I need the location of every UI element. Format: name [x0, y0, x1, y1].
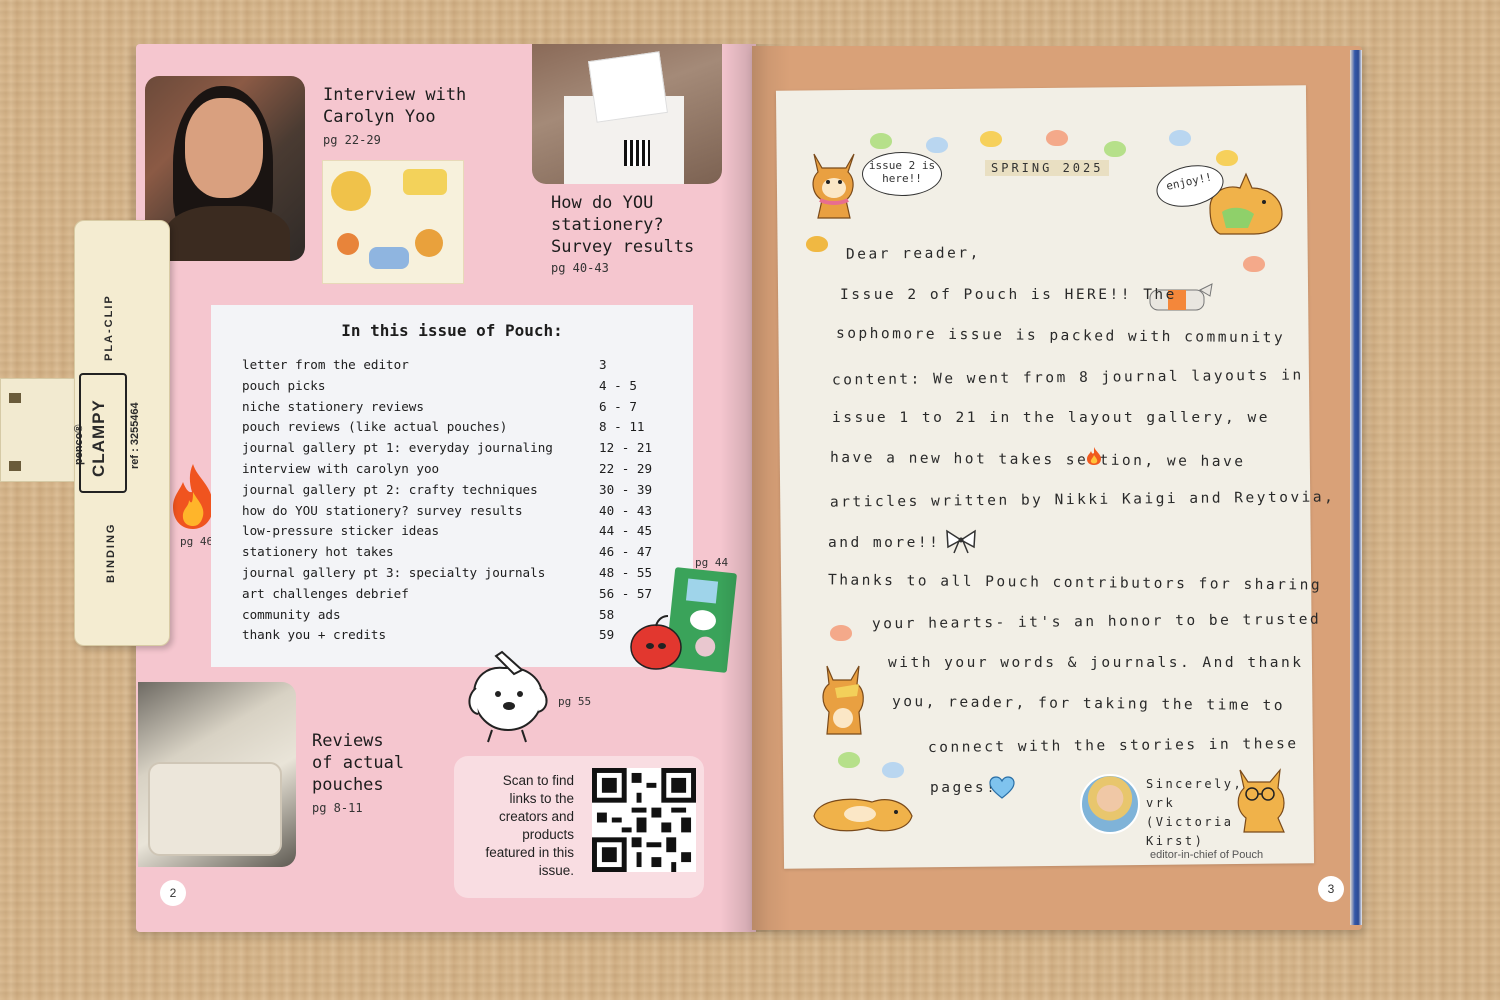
survey-heading: How do YOU stationery? Survey results [551, 193, 695, 257]
survey-pages: pg 40-43 [551, 261, 609, 275]
editor-avatar [1080, 774, 1140, 834]
toc-row: stationery hot takes 46 - 47 [242, 544, 662, 565]
survey-box-photo [532, 44, 722, 184]
toc-row: journal gallery pt 3: specialty journals… [242, 565, 662, 586]
toc-row-label: journal gallery pt 3: specialty journals [242, 564, 546, 580]
page-number-right: 3 [1318, 876, 1344, 902]
toc-row: art challenges debrief 56 - 57 [242, 586, 662, 607]
toc-row-pages: 46 - 47 [599, 544, 653, 560]
qr-instructions: Scan to find links to the creators and p… [485, 773, 574, 878]
toc-row-label: community ads [242, 606, 341, 622]
interview-pages: pg 22-29 [323, 133, 381, 147]
clip-product-label: CLAMPY [89, 399, 108, 477]
toc-row-label: stationery hot takes [242, 544, 394, 560]
heart-icon [989, 776, 1015, 799]
toc-row: thank you + credits 59 [242, 627, 662, 648]
toc-row: community ads 58 [242, 607, 662, 628]
qr-code[interactable] [592, 768, 696, 872]
apple-icon [630, 615, 682, 670]
letter-line: Dear reader, [845, 245, 981, 263]
editor-in-chief-label: editor-in-chief of Pouch [1150, 849, 1264, 861]
clip-side-label: PLA-CLIP [103, 294, 115, 361]
toc-row-label: interview with carolyn yoo [242, 460, 440, 476]
toc-row: letter from the editor 3 [242, 357, 662, 378]
shiba-dog-icon [813, 798, 913, 832]
toc-title: In this issue of Pouch: [341, 321, 563, 340]
toc-row-label: letter from the editor [242, 357, 409, 372]
letter-line: with your words & journals. And thank [888, 655, 1304, 671]
toc-row-pages: 40 - 43 [599, 502, 653, 518]
speech-bubble-left: issue 2 is here!! [862, 152, 942, 196]
toc-row-label: thank you + credits [242, 627, 387, 643]
toc-row-label: pouch picks [242, 377, 326, 393]
toc-row-pages: 8 - 11 [599, 419, 645, 435]
toc-row-pages: 12 - 21 [599, 440, 653, 456]
clip-ref-label: ref : 3255464 [129, 402, 141, 469]
toc-row-pages: 3 [599, 357, 607, 372]
interview-heading: Interview with Carolyn Yoo [323, 85, 467, 127]
journal-sketch-image [322, 160, 464, 284]
season-label: SPRING 2025 [985, 160, 1110, 176]
sticker-page-label: pg 44 [695, 556, 729, 569]
letter-line: issue 1 to 21 in the layout gallery, we [832, 410, 1270, 426]
bow-icon [946, 529, 976, 554]
letter-line: and more!! [828, 535, 941, 551]
page-number-left: 2 [160, 880, 186, 906]
toc-row-pages: 4 - 5 [599, 377, 637, 393]
fire-icon [1087, 447, 1101, 465]
toc-row-pages: 58 [599, 606, 615, 622]
toc-row: low-pressure sticker ideas 44 - 45 [242, 523, 662, 544]
toc-row: pouch reviews (like actual pouches) 8 - 1… [242, 419, 662, 440]
page-edge [1350, 50, 1362, 925]
toc-row: pouch picks 4 - 5 [242, 378, 662, 399]
shiba-dog-icon [822, 665, 864, 735]
toc-row-pages: 30 - 39 [599, 481, 653, 497]
toc-row-pages: 44 - 45 [599, 523, 653, 539]
toc-row-label: niche stationery reviews [242, 398, 424, 414]
toc-row-pages: 22 - 29 [599, 460, 653, 476]
toc-row-pages: 56 - 57 [599, 585, 653, 601]
clip-logo-frame: CLAMPY [79, 373, 127, 493]
letter-line: Issue 2 of Pouch is HERE!! The [840, 287, 1177, 303]
signature: Sincerely, vrk (Victoria Kirst) [1146, 777, 1244, 848]
binder-clip[interactable]: BINDING PLA-CLIP ref : 3255464 penco® CL… [73, 220, 170, 646]
toc-row: journal gallery pt 1: everyday journalin… [242, 440, 662, 461]
clip-binding-label: BINDING [105, 522, 117, 583]
toc-row-pages: 6 - 7 [599, 398, 637, 414]
toc-row: interview with carolyn yoo 22 - 29 [242, 461, 662, 482]
toc-row-label: journal gallery pt 2: crafty techniques [242, 481, 538, 497]
dog-page-label: pg 55 [558, 695, 592, 708]
reviews-pages: pg 8-11 [312, 801, 363, 815]
toc-row: how do YOU stationery? survey results 40 … [242, 503, 662, 524]
dog-doodle-icon [468, 650, 548, 743]
fire-page-label: pg 46 [180, 535, 214, 548]
toc-row-label: journal gallery pt 1: everyday journalin… [242, 440, 553, 456]
toc-row-pages: 59 [599, 627, 615, 643]
qr-card: Scan to find links to the creators and p… [454, 756, 704, 898]
pouch-photo [138, 682, 296, 867]
toc-list: letter from the editor 3 pouch picks 4 - 5 n… [242, 357, 662, 648]
table-of-contents: In this issue of Pouch: letter from the … [211, 305, 693, 667]
toc-row: niche stationery reviews 6 - 7 [242, 399, 662, 420]
toc-row-label: low-pressure sticker ideas [242, 523, 440, 539]
shiba-dog-icon [812, 153, 855, 219]
letter-line: pages! [930, 780, 998, 796]
reviews-heading: Reviews of actual pouches [312, 731, 405, 795]
toc-row-label: pouch reviews (like actual pouches) [242, 419, 508, 435]
toc-row-label: art challenges debrief [242, 585, 409, 601]
toc-row-pages: 48 - 55 [599, 564, 653, 580]
toc-row: journal gallery pt 2: crafty techniques 3… [242, 482, 662, 503]
toc-row-label: how do YOU stationery? survey results [242, 502, 523, 518]
